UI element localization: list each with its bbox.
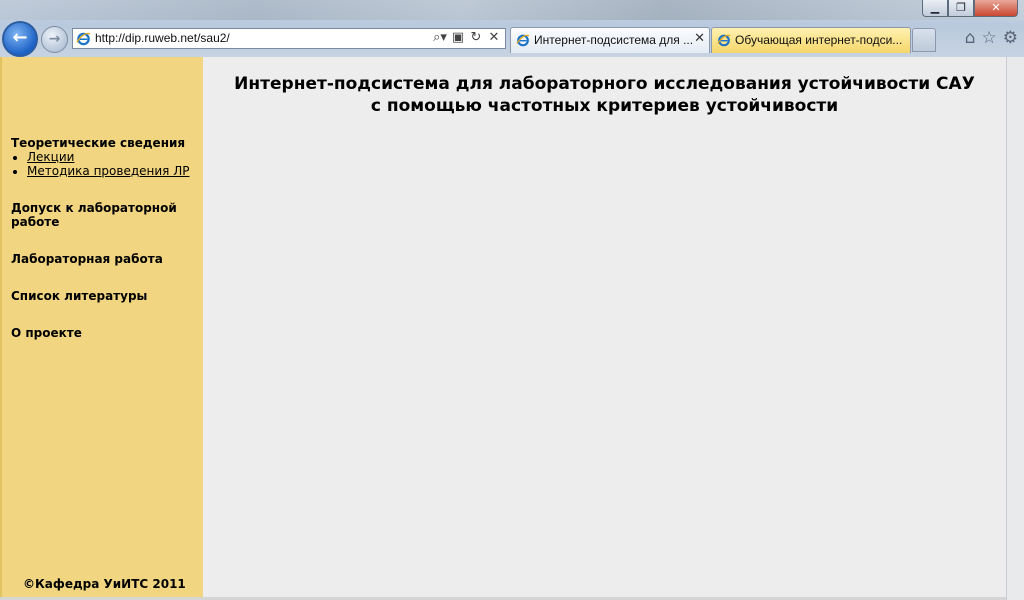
search-dropdown-icon[interactable]: ⌕▾ xyxy=(433,30,447,45)
admission-label-line1: Допуск к лабораторной xyxy=(11,201,177,215)
theory-link-list: Лекции Методика проведения ЛР xyxy=(11,150,203,178)
favorites-star-icon[interactable]: ☆ xyxy=(982,28,997,48)
page-title-line2: с помощью частотных критериев устойчивос… xyxy=(370,96,839,116)
page-title-line1: Интернет-подсистема для лабораторного ис… xyxy=(234,74,975,94)
compatibility-view-icon[interactable]: ▣ xyxy=(451,30,465,45)
vertical-scrollbar[interactable] xyxy=(1006,57,1024,600)
tab-inactive[interactable]: Обучающая интернет-подси... xyxy=(711,27,911,53)
back-arrow-icon: ← xyxy=(12,27,28,48)
ie-page-icon xyxy=(717,34,731,47)
sidebar: Теоретические сведения Лекции Методика п… xyxy=(0,57,203,597)
sidebar-section-heading: Теоретические сведения xyxy=(11,136,186,150)
restore-button[interactable]: ❐ xyxy=(948,0,974,17)
tools-gear-icon[interactable]: ⚙ xyxy=(1003,28,1018,48)
ie-logo-icon xyxy=(76,32,91,46)
list-item: Методика проведения ЛР xyxy=(27,164,203,178)
admission-label-line2: работе xyxy=(11,215,60,229)
sidebar-item-about[interactable]: О проекте xyxy=(11,326,203,340)
sidebar-section-theory: Теоретические сведения Лекции Методика п… xyxy=(11,136,203,178)
sidebar-item-admission[interactable]: Допуск к лабораторной работе xyxy=(11,201,203,229)
browser-toolbar: ⌂ ☆ ⚙ xyxy=(965,28,1018,48)
lectures-link[interactable]: Лекции xyxy=(27,150,74,164)
sidebar-item-lab-work[interactable]: Лабораторная работа xyxy=(11,252,203,266)
home-icon[interactable]: ⌂ xyxy=(965,28,976,48)
close-window-button[interactable]: ✕ xyxy=(974,0,1018,17)
tab-title: Интернет-подсистема для ... xyxy=(534,33,694,47)
copyright-footer: ©Кафедра УиИТС 2011 xyxy=(23,577,186,591)
lab-methodology-link[interactable]: Методика проведения ЛР xyxy=(27,164,189,178)
back-button[interactable]: ← xyxy=(2,21,38,57)
tab-title: Обучающая интернет-подси... xyxy=(735,33,903,47)
sidebar-item-literature[interactable]: Список литературы xyxy=(11,289,203,303)
forward-button[interactable]: → xyxy=(41,26,68,53)
tab-close-icon[interactable]: ✕ xyxy=(694,31,705,46)
minimize-button[interactable]: ▁ xyxy=(922,0,948,17)
address-url[interactable]: http://dip.ruweb.net/sau2/ xyxy=(95,31,230,45)
list-item: Лекции xyxy=(27,150,203,164)
tab-active[interactable]: Интернет-подсистема для ... ✕ xyxy=(510,27,710,53)
browser-chrome: ▁ ❐ ✕ ← → http://dip.ruweb.net/sau2/ ⌕▾ … xyxy=(0,0,1024,58)
web-page: Теоретические сведения Лекции Методика п… xyxy=(0,57,1024,600)
window-controls: ▁ ❐ ✕ xyxy=(922,0,1018,18)
ie-page-icon xyxy=(516,34,530,47)
main-content: Интернет-подсистема для лабораторного ис… xyxy=(203,57,1006,597)
address-bar[interactable]: http://dip.ruweb.net/sau2/ ⌕▾ ▣ ↻ ✕ xyxy=(72,28,506,49)
page-title: Интернет-подсистема для лабораторного ис… xyxy=(203,73,1006,117)
stop-icon[interactable]: ✕ xyxy=(487,30,501,45)
forward-arrow-icon: → xyxy=(48,31,61,47)
new-tab-button[interactable] xyxy=(912,28,936,52)
title-bar xyxy=(0,0,1024,20)
refresh-icon[interactable]: ↻ xyxy=(469,30,483,45)
